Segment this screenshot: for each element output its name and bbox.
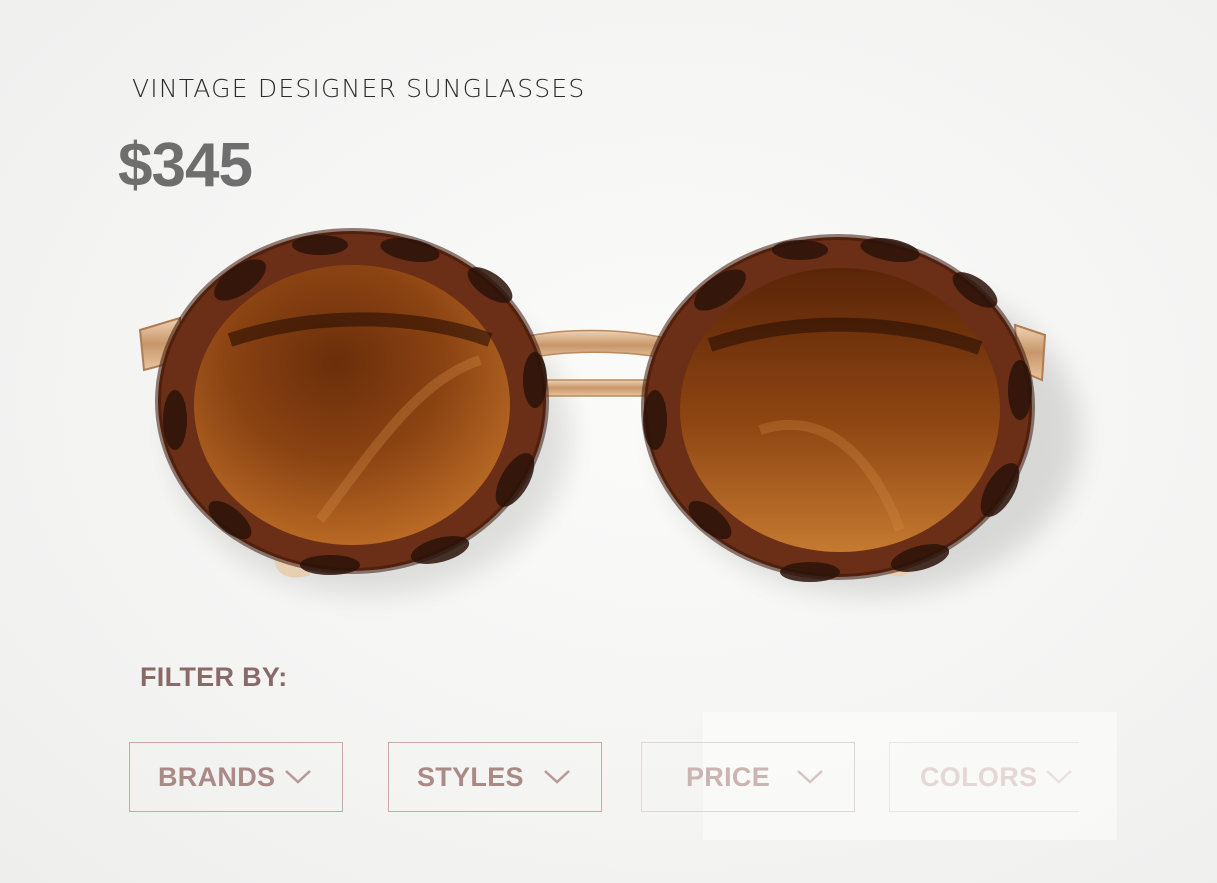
filter-brands-label: BRANDS — [158, 761, 276, 792]
chevron-down-icon — [1046, 770, 1072, 784]
filter-styles-dropdown[interactable]: STYLES — [388, 742, 602, 812]
product-price: $345 — [118, 131, 253, 200]
filter-colors-dropdown[interactable]: COLORS — [889, 742, 1079, 812]
filter-brands-dropdown[interactable]: BRANDS — [129, 742, 343, 812]
filter-price-label: PRICE — [686, 761, 771, 792]
filter-by-label: FILTER BY: — [140, 662, 288, 692]
filter-price-dropdown[interactable]: PRICE — [641, 742, 855, 812]
filter-colors-label: COLORS — [920, 761, 1038, 792]
product-image — [138, 228, 1080, 595]
filter-styles-label: STYLES — [417, 761, 524, 792]
product-title: VINTAGE DESIGNER SUNGLASSES — [132, 74, 586, 103]
chevron-down-icon — [797, 770, 823, 784]
chevron-down-icon — [285, 770, 311, 784]
chevron-down-icon — [544, 770, 570, 784]
